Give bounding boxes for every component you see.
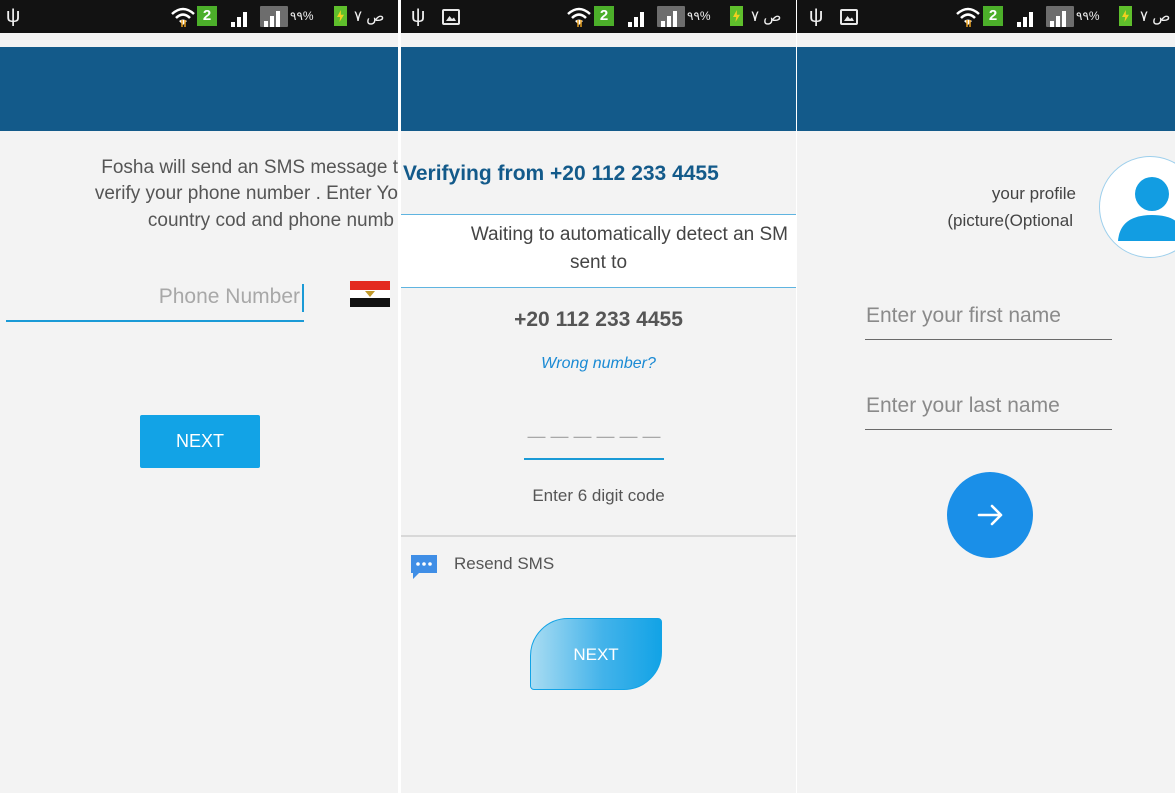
next-button[interactable]: NEXT — [530, 618, 662, 690]
battery-charging-icon — [334, 6, 347, 26]
battery-percent: ٩٩% — [290, 9, 314, 23]
last-name-placeholder: Enter your last name — [866, 394, 1060, 417]
code-hint: Enter 6 digit code — [532, 486, 665, 505]
app-bar — [797, 47, 1175, 131]
next-button-label: NEXT — [573, 645, 619, 664]
clock: ص ٧ — [751, 8, 782, 25]
battery-charging-icon — [1119, 6, 1132, 26]
app-bar — [0, 47, 398, 131]
phone-entry-screen: ψ 2 ٩٩% ص ٧ Fosha will send an SMS messa… — [0, 0, 398, 793]
signal-icon — [229, 6, 255, 27]
usb-icon: ψ — [809, 5, 824, 27]
code-placeholder: — — — — — — — [527, 426, 661, 446]
status-bar: ψ 2 ٩٩% ص ٧ — [401, 0, 796, 33]
phone-number-underline — [6, 320, 304, 322]
usb-icon: ψ — [411, 5, 426, 27]
profile-picture-button[interactable] — [1099, 156, 1175, 258]
code-underline — [524, 458, 664, 460]
battery-percent: ٩٩% — [687, 9, 711, 23]
clock: ص ٧ — [1140, 8, 1171, 25]
network-badge: 2 — [983, 6, 1003, 26]
usb-icon: ψ — [6, 5, 21, 27]
next-button[interactable]: NEXT — [140, 415, 260, 468]
wifi-icon — [566, 6, 592, 28]
instruction-line-2: verify your phone number . Enter Yo — [94, 183, 398, 204]
profile-label-line-2: (picture(Optional — [947, 211, 1073, 230]
user-avatar-icon — [1118, 177, 1175, 241]
status-bar: ψ 2 ٩٩% ص ٧ — [797, 0, 1175, 33]
battery-percent: ٩٩% — [1076, 9, 1100, 23]
sms-bubble-icon — [409, 553, 439, 581]
wifi-icon — [170, 6, 196, 28]
signal-icon — [1015, 6, 1041, 27]
egypt-flag-icon[interactable] — [350, 281, 390, 307]
sms-verification-screen: ψ 2 ٩٩% ص ٧ Verifying from +20 112 233 4… — [401, 0, 796, 793]
submit-button[interactable] — [947, 472, 1033, 558]
verifying-title: Verifying from +20 112 233 4455 — [403, 162, 719, 185]
resend-sms-label: Resend SMS — [454, 554, 555, 573]
arrow-right-icon — [977, 504, 1003, 526]
signal-icon — [626, 6, 652, 27]
last-name-underline — [865, 429, 1112, 430]
sent-to-text: sent to — [569, 252, 628, 273]
divider — [401, 535, 796, 537]
signal-icon-2 — [657, 6, 685, 27]
first-name-placeholder: Enter your first name — [866, 304, 1061, 327]
signal-icon-2 — [1046, 6, 1074, 27]
text-cursor — [302, 284, 304, 312]
resend-sms-row[interactable]: Resend SMS — [401, 548, 796, 582]
signal-icon-2 — [260, 6, 288, 27]
sms-code-input[interactable]: — — — — — — — [524, 420, 664, 460]
image-notification-icon — [840, 9, 858, 25]
clock: ص ٧ — [354, 8, 385, 25]
instruction-line-1: Fosha will send an SMS message t — [101, 157, 398, 178]
profile-setup-screen: ψ 2 ٩٩% ص ٧ your profile (picture(Option… — [797, 0, 1175, 793]
first-name-underline — [865, 339, 1112, 340]
network-badge: 2 — [197, 6, 217, 26]
last-name-input[interactable]: Enter your last name — [865, 390, 1112, 430]
network-badge: 2 — [594, 6, 614, 26]
profile-label-line-1: your profile — [991, 184, 1076, 203]
wrong-number-link[interactable]: Wrong number? — [401, 355, 796, 373]
phone-number-placeholder: Phone Number — [158, 285, 300, 308]
waiting-banner: Waiting to automatically detect an SM se… — [401, 214, 796, 288]
status-bar: ψ 2 ٩٩% ص ٧ — [0, 0, 398, 33]
phone-number-display: +20 112 233 4455 — [514, 308, 683, 331]
waiting-text: Waiting to automatically detect an SM — [470, 224, 788, 245]
app-bar — [401, 47, 796, 131]
image-notification-icon — [442, 9, 460, 25]
phone-number-input[interactable]: Phone Number — [6, 280, 304, 322]
wifi-icon — [955, 6, 981, 28]
battery-charging-icon — [730, 6, 743, 26]
first-name-input[interactable]: Enter your first name — [865, 300, 1112, 340]
instruction-line-3: country cod and phone numb — [147, 210, 394, 231]
